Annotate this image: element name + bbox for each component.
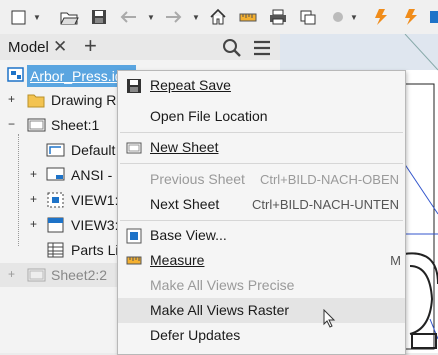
drawing-icon (7, 66, 25, 84)
title-block-icon (46, 166, 66, 182)
tree-item-view1[interactable]: VIEW1: (71, 189, 118, 211)
menu-icon[interactable] (252, 38, 272, 58)
context-menu: Repeat Save Open File Location New Sheet… (117, 70, 406, 355)
collapse-icon[interactable]: − (8, 118, 17, 130)
copy-view-icon[interactable] (297, 6, 319, 28)
menu-item-new-sheet[interactable]: New Sheet (118, 135, 405, 160)
menu-item-defer-updates[interactable]: Defer Updates (118, 323, 405, 348)
menu-item-label: Make All Views Precise (150, 277, 295, 293)
parts-list-icon (46, 241, 66, 259)
tree-item-ansi[interactable]: ANSI - L (71, 164, 124, 186)
menu-item-shortcut: Ctrl+BILD-NACH-OBEN (259, 172, 399, 187)
menu-item-open-file-location[interactable]: Open File Location (118, 104, 405, 129)
tree-item-view3[interactable]: VIEW3: (71, 214, 118, 236)
tree-item-label: Drawing Re (51, 92, 125, 108)
expand-icon[interactable]: + (30, 193, 39, 205)
tab-model[interactable]: Model (8, 39, 49, 56)
tree-item-label: Sheet2:2 (51, 267, 108, 283)
measure-toolbar-icon[interactable] (237, 6, 259, 28)
expand-icon[interactable]: + (8, 93, 17, 105)
menu-item-make-all-views-raster[interactable]: Make All Views Raster (118, 298, 405, 323)
menu-separator (120, 132, 403, 133)
border-icon (46, 142, 66, 158)
search-icon[interactable] (222, 38, 242, 58)
tree-item-sheet2[interactable]: Sheet2:2 (51, 264, 107, 286)
tree-item-label: Default (71, 142, 116, 158)
quick-access-toolbar: ▼ ▼ ▼ ▼ (0, 0, 438, 35)
open-icon[interactable] (58, 6, 80, 28)
menu-item-label: Next Sheet (150, 196, 220, 212)
menu-item-make-all-views-precise[interactable]: Make All Views Precise (118, 273, 405, 298)
menu-separator (120, 220, 403, 221)
undo-icon[interactable] (118, 6, 140, 28)
add-tab-icon[interactable]: + (84, 33, 97, 59)
new-sheet-icon (126, 140, 142, 156)
redo-icon[interactable] (162, 6, 184, 28)
folder-icon (27, 92, 45, 108)
tree-item-label: ANSI - L (71, 167, 124, 183)
tree-item-label: VIEW3: (71, 217, 119, 233)
menu-item-shortcut: Ctrl+BILD-NACH-UNTEN (252, 197, 399, 212)
menu-item-base-view[interactable]: Base View... (118, 223, 405, 248)
tree-item-label: VIEW1: (71, 192, 119, 208)
tree-guide-line (18, 134, 20, 246)
appearance-icon[interactable] (327, 6, 349, 28)
expand-icon[interactable]: + (8, 268, 17, 280)
menu-item-repeat-save[interactable]: Repeat Save (118, 73, 405, 98)
appearance-dropdown-icon[interactable]: ▼ (350, 13, 358, 22)
base-view-icon (126, 228, 142, 244)
menu-item-label: Defer Updates (150, 327, 241, 343)
undo-dropdown-icon[interactable]: ▼ (147, 13, 155, 22)
view-icon (46, 191, 66, 209)
rebuild-icon[interactable] (400, 6, 422, 28)
sheet-icon (27, 267, 47, 283)
sheet-icon (27, 117, 47, 133)
menu-item-label: Previous Sheet (150, 171, 245, 187)
menu-item-label: Repeat Save (150, 77, 231, 93)
menu-item-label: Make All Views Raster (150, 302, 290, 318)
close-icon[interactable]: ✕ (53, 37, 67, 57)
update-icon[interactable] (370, 6, 392, 28)
home-icon[interactable] (207, 6, 229, 28)
menu-item-previous-sheet[interactable]: Previous Sheet Ctrl+BILD-NACH-OBEN (118, 167, 405, 192)
menu-item-label: Measure (150, 252, 205, 268)
expand-icon[interactable]: + (30, 168, 39, 180)
more-icon[interactable] (424, 6, 438, 28)
menu-item-label: Base View... (150, 227, 227, 243)
menu-item-measure[interactable]: Measure M (118, 248, 405, 273)
new-dropdown-icon[interactable]: ▼ (33, 13, 41, 22)
menu-item-next-sheet[interactable]: Next Sheet Ctrl+BILD-NACH-UNTEN (118, 192, 405, 217)
menu-item-shortcut: M (390, 253, 401, 268)
save-icon (126, 78, 142, 94)
redo-dropdown-icon[interactable]: ▼ (192, 13, 200, 22)
menu-separator (120, 163, 403, 164)
menu-item-label: Open File Location (150, 108, 268, 124)
menu-item-label: New Sheet (150, 139, 219, 155)
measure-icon (126, 253, 142, 269)
tree-item-default-border[interactable]: Default (71, 139, 115, 161)
print-icon[interactable] (267, 6, 289, 28)
mouse-cursor-icon (323, 308, 337, 329)
expand-icon[interactable]: + (30, 218, 39, 230)
new-file-icon[interactable] (8, 6, 30, 28)
view-icon (46, 216, 66, 234)
tree-item-sheet1[interactable]: Sheet:1 (51, 114, 99, 136)
tree-item-label: Sheet:1 (51, 117, 100, 133)
save-icon[interactable] (88, 6, 110, 28)
tree-item-drawing-resources[interactable]: Drawing Re (51, 89, 124, 111)
